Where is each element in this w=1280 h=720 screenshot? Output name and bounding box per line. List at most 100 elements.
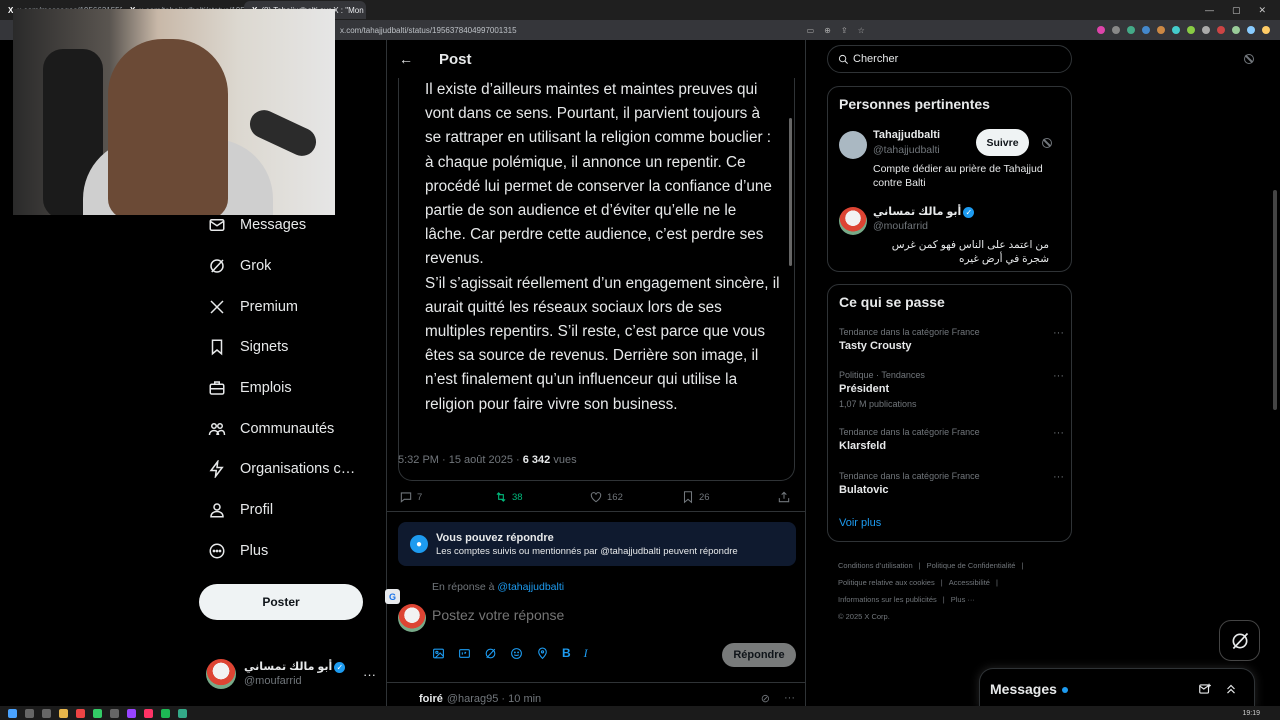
repost-icon — [496, 492, 506, 502]
search-bar[interactable]: Chercher — [827, 45, 1072, 73]
url-text[interactable]: x.com/tahajjudbalti/status/1956378404997… — [340, 26, 517, 35]
footer-link[interactable]: Conditions d’utilisation — [838, 561, 913, 570]
footer-link[interactable]: Informations sur les publicités — [838, 595, 937, 604]
browser-icon[interactable] — [76, 708, 85, 718]
nav-item-signets[interactable]: Signets — [198, 327, 378, 368]
person-handle: @tahajjudbalti — [873, 144, 940, 156]
footer-link[interactable]: Plus ··· — [951, 595, 975, 604]
whatsapp-icon[interactable] — [93, 708, 102, 718]
image-icon[interactable] — [432, 647, 445, 660]
nav-item-premium[interactable]: Premium — [198, 286, 378, 327]
italic-icon[interactable]: I — [584, 647, 588, 660]
more-circle-icon — [206, 540, 228, 562]
extension-icon[interactable] — [1172, 26, 1180, 34]
chevron-up-icon[interactable] — [1224, 682, 1238, 696]
more-horizontal-icon[interactable]: ··· — [1053, 327, 1064, 339]
post-timestamp[interactable]: 5:32 PM · 15 août 2025 · — [398, 454, 523, 466]
nav-item-profil[interactable]: Profil — [198, 490, 378, 531]
extension-icon[interactable] — [1097, 26, 1105, 34]
gif-icon[interactable] — [458, 647, 471, 660]
app-icon[interactable] — [110, 708, 119, 718]
share-icon[interactable]: ⇪ — [841, 26, 848, 35]
emoji-icon[interactable] — [510, 647, 523, 660]
extension-icon[interactable] — [1232, 26, 1240, 34]
extension-icon[interactable] — [1127, 26, 1135, 34]
reply-action[interactable]: 7 — [399, 490, 494, 504]
search-icon[interactable] — [25, 708, 34, 718]
grok-icon[interactable] — [484, 647, 497, 660]
extension-icon[interactable] — [1262, 26, 1270, 34]
page-scrollbar[interactable] — [1273, 190, 1277, 410]
more-horizontal-icon[interactable]: ··· — [784, 692, 795, 705]
nav-item-grok[interactable]: Grok — [198, 246, 378, 287]
x-logo-icon — [206, 296, 228, 318]
in-reply-handle[interactable]: @tahajjudbalti — [497, 581, 564, 593]
footer-link[interactable]: Accessibilité — [949, 578, 990, 587]
trend-item[interactable]: Politique · Tendances Président 1,07 M p… — [839, 370, 1064, 409]
bold-icon[interactable]: B — [562, 647, 571, 660]
nav-item-communautes[interactable]: Communautés — [198, 408, 378, 449]
task-view-icon[interactable] — [42, 708, 51, 718]
trend-item[interactable]: Tendance dans la catégorie France Tasty … — [839, 327, 1064, 352]
extension-icon[interactable] — [1217, 26, 1225, 34]
cast-icon[interactable]: ▭ — [807, 26, 815, 35]
extension-icon[interactable] — [1112, 26, 1120, 34]
notice-subtitle: Les comptes suivis ou mentionnés par @ta… — [436, 545, 738, 557]
block-icon[interactable] — [1244, 54, 1254, 64]
person-item[interactable]: أبو مالك تمساني ✓ @moufarrid من اعتمد على… — [839, 205, 1064, 265]
share-action[interactable] — [777, 490, 791, 504]
post-button[interactable]: Poster — [199, 584, 363, 620]
location-icon[interactable] — [536, 647, 549, 660]
person-name: Tahajjudbalti — [873, 129, 941, 141]
account-switcher[interactable]: أبو مالك تمساني ✓ @moufarrid ··· — [206, 657, 376, 691]
file-explorer-icon[interactable] — [59, 708, 68, 718]
nav-item-plus[interactable]: Plus — [198, 531, 378, 572]
new-message-icon[interactable] — [1198, 682, 1212, 696]
person-item[interactable]: Tahajjudbalti @tahajjudbalti Compte dédi… — [839, 129, 1064, 189]
more-horizontal-icon[interactable]: ··· — [1053, 471, 1064, 483]
nav-item-emplois[interactable]: Emplois — [198, 368, 378, 409]
maximize-icon[interactable]: ▢ — [1232, 5, 1241, 16]
reply-preview[interactable]: foiré @harag95 · 10 min ⊘ ··· — [401, 692, 801, 705]
show-more-link[interactable]: Voir plus — [839, 517, 881, 529]
translate-icon[interactable]: G — [385, 589, 400, 604]
close-icon[interactable]: ✕ — [1258, 5, 1266, 16]
clock[interactable]: 19:19 — [1242, 710, 1280, 717]
zoom-icon[interactable]: ⊕ — [824, 26, 831, 35]
app-icon[interactable] — [144, 708, 153, 718]
more-horizontal-icon[interactable]: ··· — [363, 667, 376, 682]
footer-link[interactable]: Politique de Confidentialité — [927, 561, 1016, 570]
repost-action[interactable]: 38 — [494, 490, 589, 504]
like-action[interactable]: 162 — [589, 490, 681, 504]
start-icon[interactable] — [8, 708, 17, 718]
minimize-icon[interactable]: — — [1205, 5, 1214, 16]
reply-restriction-notice: ● Vous pouvez répondre Les comptes suivi… — [398, 522, 796, 566]
back-arrow-icon[interactable]: ← — [399, 51, 413, 67]
trend-item[interactable]: Tendance dans la catégorie France Klarsf… — [839, 427, 1064, 452]
text-scrollbar[interactable] — [789, 118, 792, 266]
trend-name: Tasty Crousty — [839, 340, 912, 352]
spotify-icon[interactable] — [161, 708, 170, 718]
more-horizontal-icon[interactable]: ··· — [1053, 370, 1064, 382]
nav-item-organisations[interactable]: Organisations certifiées — [198, 449, 378, 490]
app-icon[interactable] — [127, 708, 136, 718]
block-icon[interactable]: ⊘ — [761, 692, 770, 705]
extension-icon[interactable] — [1187, 26, 1195, 34]
reply-input[interactable] — [432, 607, 762, 623]
extension-icon[interactable] — [1157, 26, 1165, 34]
messages-drawer[interactable]: Messages — [979, 668, 1255, 708]
star-icon[interactable]: ☆ — [858, 26, 865, 35]
app-icon[interactable] — [178, 708, 187, 718]
reply-button[interactable]: Répondre — [722, 643, 796, 667]
grok-floating-button[interactable] — [1219, 620, 1260, 661]
window-controls: — ▢ ✕ — [1205, 5, 1280, 16]
bookmark-action[interactable]: 26 — [681, 490, 777, 504]
block-icon[interactable] — [1042, 138, 1052, 148]
more-horizontal-icon[interactable]: ··· — [1053, 427, 1064, 439]
extension-icon[interactable] — [1202, 26, 1210, 34]
follow-button[interactable]: Suivre — [976, 129, 1029, 156]
extension-icon[interactable] — [1142, 26, 1150, 34]
extension-icon[interactable] — [1247, 26, 1255, 34]
trend-item[interactable]: Tendance dans la catégorie France Bulato… — [839, 471, 1064, 496]
footer-link[interactable]: Politique relative aux cookies — [838, 578, 935, 587]
